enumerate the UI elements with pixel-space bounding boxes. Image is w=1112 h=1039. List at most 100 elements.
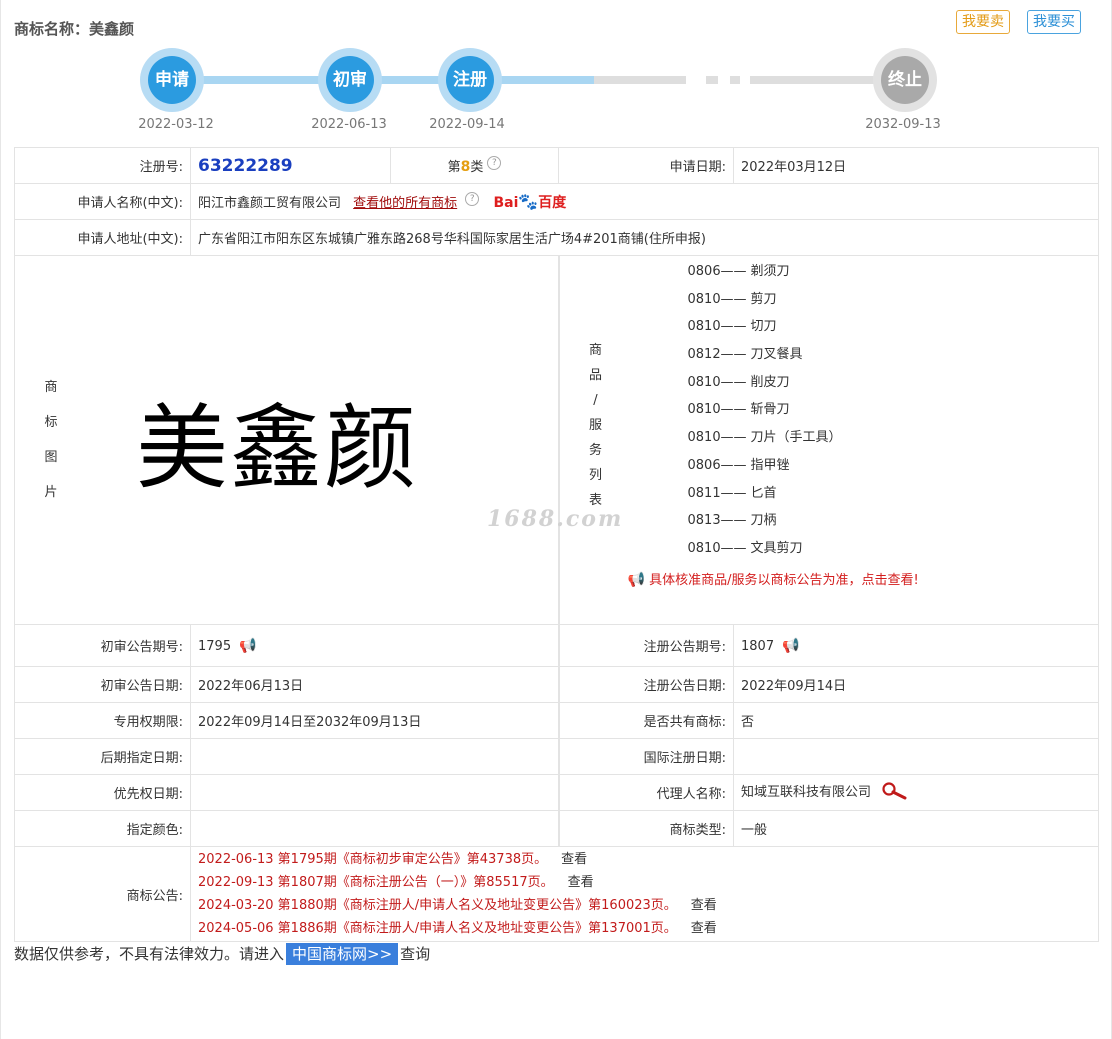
mark-image-cell: 商 标 图 片 美鑫颜 (14, 255, 560, 625)
shared-label: 是否共有商标: (558, 702, 734, 739)
address-label: 申请人地址(中文): (14, 219, 191, 256)
goods-dash: —— (720, 402, 747, 418)
agent-label: 代理人名称: (558, 774, 734, 811)
goods-dash: —— (720, 264, 747, 279)
step-date: 2022-06-13 (311, 117, 387, 132)
list-item: 0811—— 匕首 (688, 480, 919, 508)
reg-no-value: 63222289 (198, 155, 293, 176)
view-all-trademarks-link[interactable]: 查看他的所有商标 (353, 196, 457, 211)
goods-name: 剪刀 (750, 291, 777, 307)
list-item: 0813—— 刀柄 (688, 507, 919, 535)
notice-view-link[interactable]: 查看 (691, 921, 717, 936)
step-label: 终止 (881, 56, 929, 104)
goods-note-link[interactable]: 📢 具体核准商品/服务以商标公告为准，点击查看! (628, 569, 919, 588)
goods-dash: —— (720, 540, 747, 556)
goods-code: 0812 (687, 347, 721, 363)
goods-name: 剃须刀 (750, 264, 790, 279)
label-char: 商 (44, 380, 58, 395)
goods-name: 匕首 (750, 485, 777, 501)
help-icon[interactable]: ? (465, 191, 480, 206)
label-char: 服 (588, 418, 602, 433)
reg-notice-no-cell: 1807 📢 (733, 624, 1099, 667)
step-label: 初审 (326, 56, 374, 104)
apply-date-label: 申请日期: (558, 147, 734, 184)
type-value: 一般 (733, 810, 1099, 847)
applicant-cell: 阳江市鑫颜工贸有限公司 查看他的所有商标 ? Bai🐾百度 (190, 183, 1099, 220)
step-date: 2032-09-13 (865, 117, 941, 132)
trademark-info-table: 注册号: 63222289 第8类? 申请日期: 2022年03月12日 申请人… (14, 147, 1099, 942)
prelim-no-cell: 1795 📢 (190, 624, 560, 667)
goods-name: 刀片（手工具） (750, 430, 842, 446)
goods-dash: —— (720, 347, 747, 363)
color-label: 指定颜色: (14, 810, 191, 847)
prelim-date-value: 2022年06月13日 (190, 666, 560, 703)
left-border (0, 0, 1, 1039)
notice-item: 2022-06-13 第1795期《商标初步审定公告》第43738页。 查看 (198, 848, 1091, 871)
label-char: 图 (44, 450, 58, 465)
baidu-paw-icon: 🐾 (518, 191, 539, 211)
list-item: 0810—— 削皮刀 (688, 369, 919, 397)
class-suffix: 类 (470, 160, 484, 175)
priority-label: 优先权日期: (14, 774, 191, 811)
watermark: 1688.com (487, 506, 624, 532)
class-number: 8 (460, 159, 471, 175)
goods-list-wrap: 0806—— 剃须刀 0810—— 剪刀 0810—— 切刀 0812—— 刀叉餐具 0… (628, 256, 919, 588)
list-item: 0806—— 剃须刀 (688, 258, 919, 286)
cn-trademark-link[interactable]: 中国商标网>> (286, 943, 399, 965)
reg-no-label: 注册号: (14, 147, 191, 184)
goods-code: 0811 (687, 485, 721, 501)
label-char: / (593, 393, 598, 408)
notice-view-link[interactable]: 查看 (561, 852, 587, 867)
search-icon[interactable] (881, 782, 907, 804)
label-char: 标 (44, 415, 58, 430)
applicant-label: 申请人名称(中文): (14, 183, 191, 220)
notice-item: 2022-09-13 第1807期《商标注册公告（一）》第85517页。 查看 (198, 871, 1091, 894)
notices-cell: 2022-06-13 第1795期《商标初步审定公告》第43738页。 查看 20… (190, 846, 1099, 942)
label-char: 务 (588, 443, 602, 458)
goods-code: 0810 (687, 319, 721, 335)
notice-view-link[interactable]: 查看 (568, 875, 594, 890)
goods-code: 0806 (687, 457, 721, 473)
color-value (190, 810, 560, 847)
megaphone-icon[interactable]: 📢 (239, 638, 256, 654)
goods-name: 刀柄 (750, 513, 777, 529)
agent-value: 知域互联科技有限公司 (741, 785, 872, 801)
notice-view-link[interactable]: 查看 (691, 898, 717, 913)
timeline-gap (740, 76, 750, 84)
goods-list: 0806—— 剃须刀 0810—— 剪刀 0810—— 切刀 0812—— 刀叉餐具 0… (688, 258, 919, 563)
notice-text: 2022-09-13 第1807期《商标注册公告（一）》第85517页。 (198, 875, 554, 890)
list-item: 0810—— 文具剪刀 (688, 535, 919, 563)
step-label: 注册 (446, 56, 494, 104)
prelim-no-label: 初审公告期号: (14, 624, 191, 667)
timeline-step-expire: 终止 (873, 48, 937, 112)
goods-cell: 商 品 / 服 务 列 表 0806—— 剃须刀 0810—— 剪刀 0810—— 切… (558, 255, 1099, 625)
baidu-search-link[interactable]: Bai🐾百度 (493, 192, 566, 212)
intl-date-value (733, 738, 1099, 775)
goods-dash: —— (720, 430, 747, 446)
page-title: 商标名称：美鑫颜 (14, 20, 135, 38)
buy-button[interactable]: 我要买 (1027, 10, 1081, 34)
later-date-label: 后期指定日期: (14, 738, 191, 775)
applicant-value: 阳江市鑫颜工贸有限公司 (198, 195, 342, 211)
address-value: 广东省阳江市阳东区东城镇广雅东路268号华科国际家居生活广场4#201商铺(住所… (190, 219, 1099, 256)
prelim-date-label: 初审公告日期: (14, 666, 191, 703)
goods-code: 0806 (687, 264, 721, 279)
intl-date-label: 国际注册日期: (558, 738, 734, 775)
label-char: 品 (588, 368, 602, 383)
help-icon[interactable]: ? (487, 156, 502, 170)
goods-name: 斩骨刀 (750, 402, 790, 418)
timeline-gap (718, 76, 730, 84)
goods-dash: —— (720, 513, 747, 529)
footer-disclaimer: 数据仅供参考，不具有法律效力。请进入 中国商标网>> 查询 (14, 943, 430, 965)
class-cell: 第8类? (390, 147, 559, 184)
prelim-no-value: 1795 (198, 638, 232, 654)
goods-name: 指甲锉 (750, 457, 790, 473)
megaphone-icon[interactable]: 📢 (782, 638, 799, 654)
goods-name: 刀叉餐具 (750, 347, 803, 363)
sell-button[interactable]: 我要卖 (956, 10, 1010, 34)
shared-value: 否 (733, 702, 1099, 739)
label-char: 商 (588, 343, 602, 358)
later-date-value (190, 738, 560, 775)
notice-text: 2024-05-06 第1886期《商标注册人/申请人名义及地址变更公告》第13… (198, 921, 677, 936)
goods-dash: —— (720, 374, 747, 390)
